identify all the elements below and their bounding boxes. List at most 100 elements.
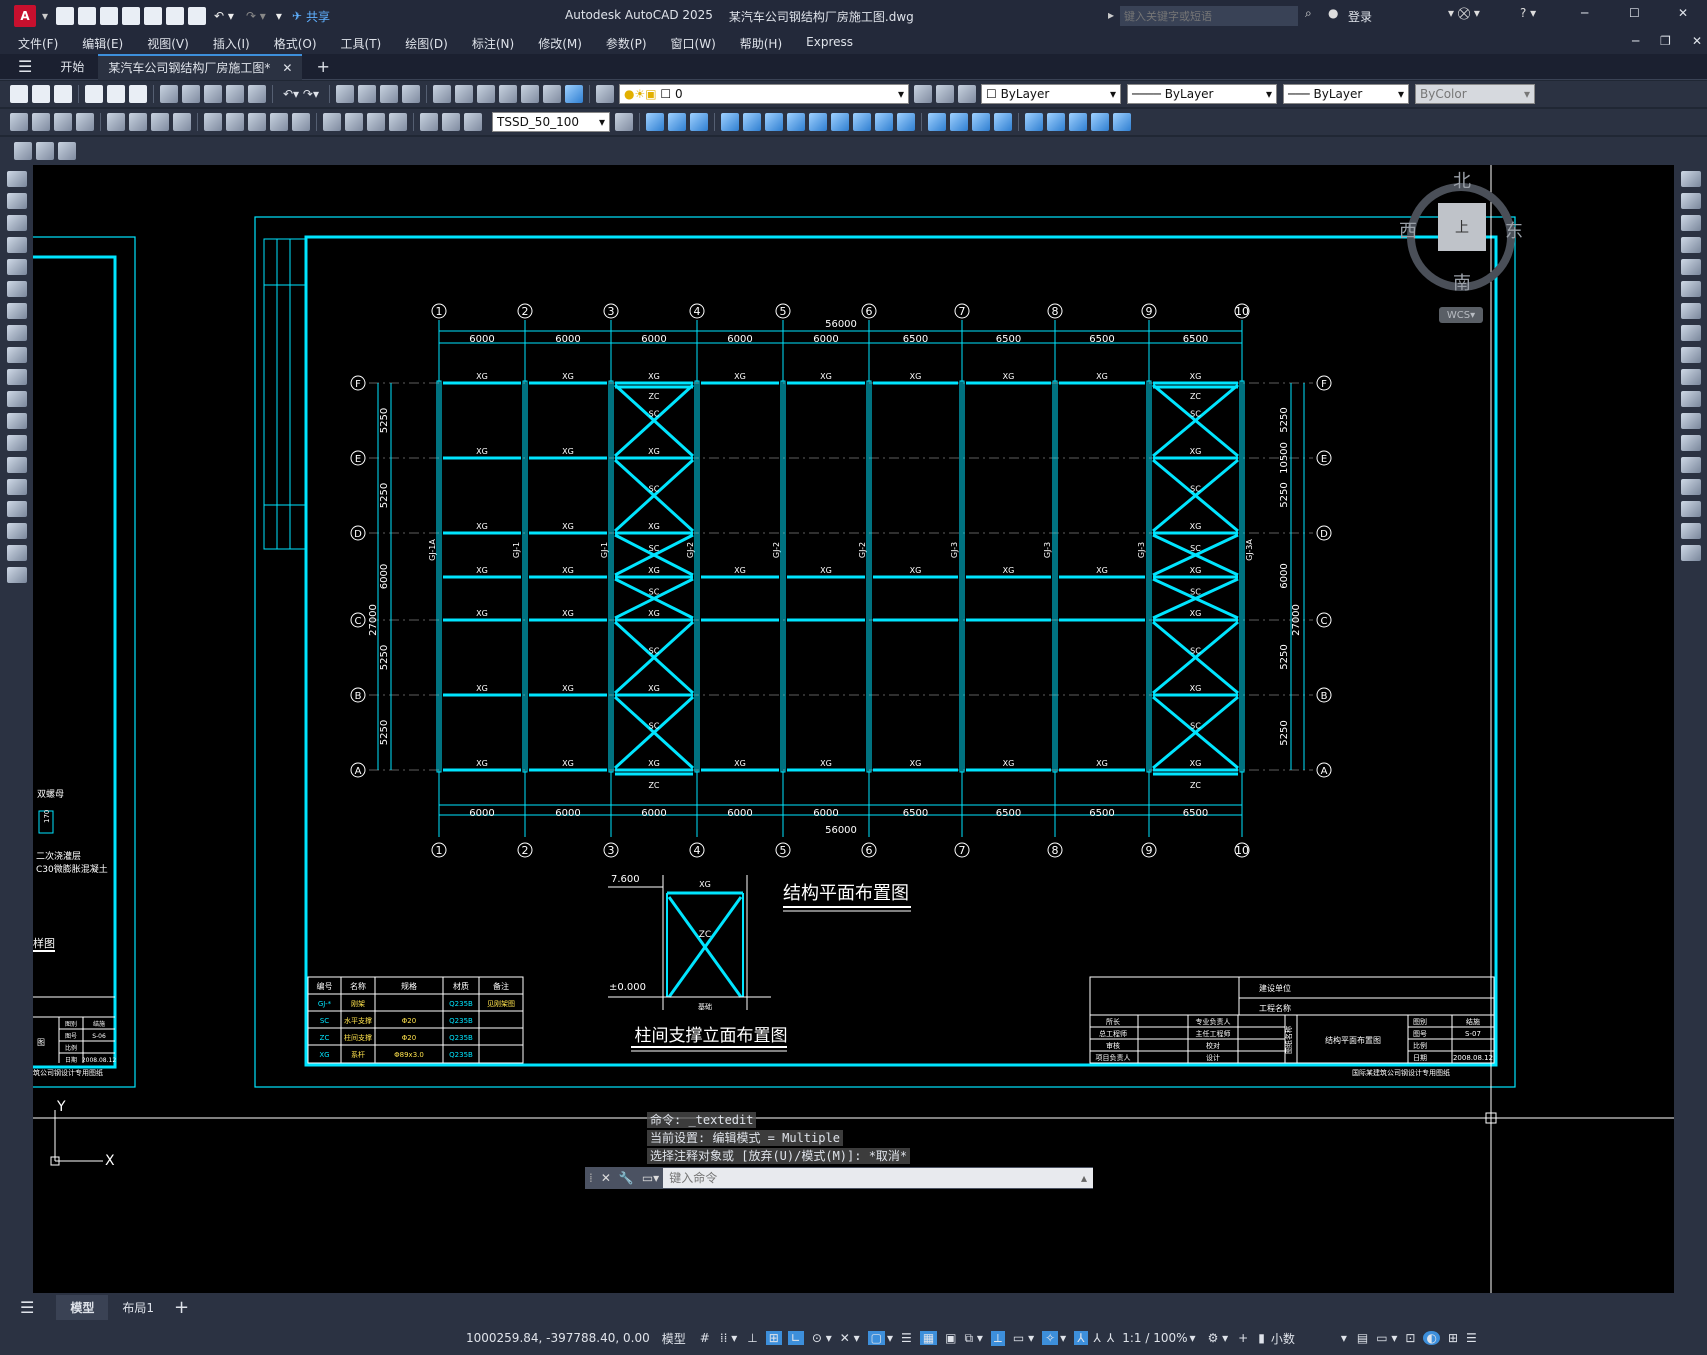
help-toolbar-icon[interactable] <box>564 85 583 103</box>
sheet-set-icon[interactable] <box>498 85 517 103</box>
dim-continue-icon[interactable] <box>248 113 266 131</box>
polygon-icon[interactable] <box>6 237 27 253</box>
modify-offset-icon[interactable] <box>690 113 708 131</box>
grip-icon[interactable]: ⁞ <box>589 1171 593 1185</box>
annotation-visibility-icon[interactable]: ⅄ <box>1074 1331 1088 1345</box>
explode-pal-icon[interactable] <box>1680 545 1701 561</box>
trim-icon[interactable] <box>831 113 849 131</box>
dim-update-icon[interactable] <box>464 113 482 131</box>
hatch-icon[interactable] <box>6 479 27 495</box>
drawing-canvas[interactable]: 1 1 2 2 3 3 4 4 5 5 6 6 7 7 8 8 9 9 10 10 56000 56000 6000 6000… <box>33 165 1674 1293</box>
new-tab-button[interactable]: + <box>316 57 329 76</box>
app-menu-chevron-icon[interactable]: ▾ <box>42 9 48 23</box>
open-file-icon[interactable] <box>32 85 50 103</box>
extend-icon[interactable] <box>853 113 871 131</box>
attach-icon[interactable] <box>36 142 54 160</box>
dim-arc-icon[interactable] <box>54 113 72 131</box>
add-layout-icon[interactable]: + <box>174 1297 189 1318</box>
customize-status-icon[interactable]: ☰ <box>1466 1331 1477 1345</box>
menu-item[interactable]: 插入(I) <box>201 35 262 52</box>
cart-icon[interactable]: ▾ ⛒ ▾ <box>1448 6 1480 21</box>
point-icon[interactable] <box>6 457 27 473</box>
coordinates-readout[interactable]: 1000259.84, -397788.40, 0.00 <box>466 1331 650 1345</box>
offset-pal-icon[interactable] <box>1680 237 1701 253</box>
chamfer-icon[interactable] <box>928 113 946 131</box>
osnap-icon[interactable]: ▢ <box>867 1331 886 1345</box>
fillet-pal-icon[interactable] <box>1680 501 1701 517</box>
dim-text-edit-icon[interactable] <box>442 113 460 131</box>
layout-menu-icon[interactable]: ☰ <box>20 1298 34 1317</box>
command-prompt-icon[interactable]: ▭▾ <box>642 1171 659 1185</box>
polyline-icon[interactable] <box>6 215 27 231</box>
selection-filter-icon[interactable]: ▭ ▾ <box>1013 1331 1034 1345</box>
calculator-icon[interactable] <box>542 85 561 103</box>
tab-start[interactable]: 开始 <box>46 58 98 75</box>
dim-edit-icon[interactable] <box>420 113 438 131</box>
isodraft-icon[interactable]: ✕ ▾ <box>840 1331 860 1345</box>
close-button[interactable]: ✕ <box>1678 6 1688 20</box>
cut-icon[interactable] <box>160 85 178 103</box>
jogged-linear-icon[interactable] <box>389 113 407 131</box>
minimize-button[interactable]: ─ <box>1581 6 1588 20</box>
layer-dropdown[interactable]: ●☀▣ ☐ 0 ▾ <box>618 84 909 104</box>
history-up-icon[interactable]: ▴ <box>1081 1171 1087 1185</box>
save-as-icon[interactable] <box>122 7 141 25</box>
units-dropdown[interactable]: 小数 <box>1271 1330 1341 1347</box>
design-center-icon[interactable] <box>454 85 473 103</box>
menu-item[interactable]: Express <box>794 35 865 52</box>
chamfer-pal-icon[interactable] <box>1680 479 1701 495</box>
tab-model[interactable]: 模型 <box>56 1294 109 1320</box>
open-icon[interactable] <box>78 7 97 25</box>
dynamic-input-icon[interactable]: ⊞ <box>765 1331 782 1345</box>
quick-dim-icon[interactable] <box>204 113 222 131</box>
maximize-button[interactable]: ☐ <box>1629 6 1640 20</box>
units-icon[interactable]: ▮ <box>1258 1331 1265 1345</box>
autocad-logo[interactable]: A <box>14 5 36 27</box>
menu-item[interactable]: 参数(P) <box>594 35 659 52</box>
rectangle-icon[interactable] <box>6 259 27 275</box>
tab-document[interactable]: 某汽车公司钢结构厂房施工图* ✕ <box>98 53 303 80</box>
customize-icon[interactable]: ▾ <box>276 9 282 23</box>
dynamic-ucs-icon[interactable]: ⟂ <box>990 1330 1005 1346</box>
xline-icon[interactable] <box>6 193 27 209</box>
plus-icon[interactable]: + <box>1238 1331 1248 1345</box>
transparency-icon[interactable]: ▦ <box>919 1331 938 1345</box>
insert-block-icon[interactable] <box>14 142 32 160</box>
auto-scale-icon[interactable]: ⅄ <box>1094 1331 1101 1345</box>
lineweight-dropdown[interactable]: ─── ByLayer ▾ <box>1282 84 1409 104</box>
hamburger-icon[interactable]: ☰ <box>18 57 32 76</box>
units-menu-icon[interactable]: ▾ <box>1341 1331 1347 1345</box>
rotate-icon[interactable] <box>765 113 783 131</box>
gear-icon[interactable]: ⚙ ▾ <box>1208 1331 1229 1345</box>
table-icon[interactable] <box>6 523 27 539</box>
group-icon[interactable] <box>1025 113 1043 131</box>
tool-palettes-icon[interactable] <box>476 85 495 103</box>
break-pal-icon[interactable] <box>1680 413 1701 429</box>
viewcube-south[interactable]: 南 <box>1453 269 1471 295</box>
array-icon[interactable] <box>721 113 739 131</box>
grid-icon[interactable]: # <box>700 1331 710 1345</box>
array-pal-icon[interactable] <box>1680 259 1701 275</box>
polar-icon[interactable]: ⊙ ▾ <box>812 1331 832 1345</box>
zoom-previous-icon[interactable] <box>401 85 420 103</box>
inspection-icon[interactable] <box>367 113 385 131</box>
share-icon[interactable]: ✈ <box>292 9 302 23</box>
zoom-realtime-icon[interactable] <box>357 85 376 103</box>
region-icon[interactable] <box>6 501 27 517</box>
layer-state-icon[interactable] <box>957 85 976 103</box>
quick-properties-icon[interactable]: ▤ <box>1357 1331 1368 1345</box>
gizmo-icon[interactable]: ✧ <box>1042 1331 1059 1345</box>
menu-item[interactable]: 格式(O) <box>262 35 329 52</box>
join-icon[interactable] <box>897 113 915 131</box>
viewcube-east[interactable]: 东 <box>1505 217 1523 243</box>
command-input[interactable] <box>663 1168 1093 1188</box>
zoom-window-icon[interactable] <box>379 85 398 103</box>
bring-front-icon[interactable] <box>1091 113 1109 131</box>
menu-item[interactable]: 帮助(H) <box>728 35 794 52</box>
rotate-pal-icon[interactable] <box>1680 303 1701 319</box>
markup-icon[interactable] <box>520 85 539 103</box>
redo-icon[interactable]: ↷ ▾ <box>246 9 266 23</box>
layer-previous-icon[interactable] <box>935 85 954 103</box>
menu-item[interactable]: 标注(N) <box>460 35 526 52</box>
menu-item[interactable]: 窗口(W) <box>659 35 728 52</box>
